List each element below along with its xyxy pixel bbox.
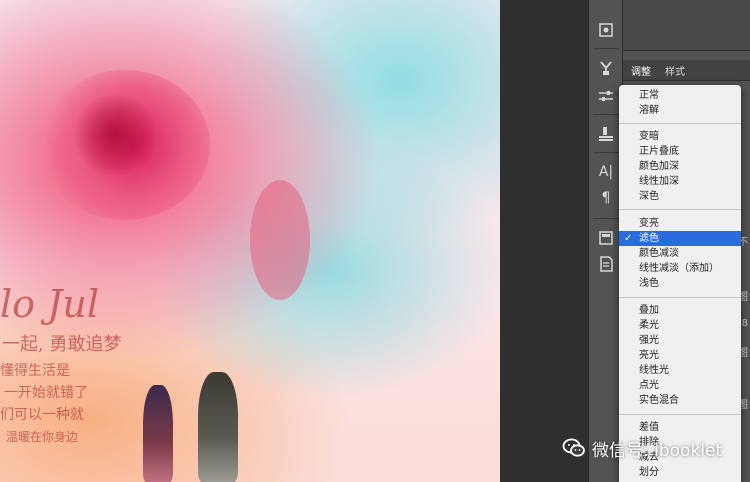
panel-tab-bar: 调整 样式 (623, 60, 750, 81)
brush-presets-icon[interactable] (595, 58, 617, 78)
menu-item-dissolve[interactable]: 溶解 (619, 103, 741, 118)
menu-item-color-burn[interactable]: 颜色加深 (619, 159, 741, 174)
watermark-text: 微信号: ibooklet (592, 440, 723, 461)
rose-center (70, 95, 160, 175)
panel-edge-label: 8 (741, 318, 748, 329)
character-icon[interactable]: A| (595, 162, 617, 182)
menu-item-darken[interactable]: 变暗 (619, 129, 741, 144)
checkmark-icon: ✓ (624, 233, 633, 244)
menu-item-multiply[interactable]: 正片叠底 (619, 144, 741, 159)
tool-separator (593, 48, 619, 49)
tab-styles[interactable]: 样式 (665, 63, 685, 78)
menu-item-divide[interactable]: 划分 (619, 465, 741, 480)
adjust-sliders-icon[interactable] (595, 86, 617, 106)
menu-item-lighten[interactable]: 变亮 (619, 216, 741, 231)
info-icon[interactable] (595, 254, 617, 274)
paragraph-icon[interactable]: ¶ (595, 188, 617, 208)
wechat-icon (562, 438, 585, 457)
menu-item-darker-color[interactable]: 深色 (619, 189, 741, 204)
menu-item-color-dodge[interactable]: 颜色减淡 (619, 246, 741, 261)
menu-item-hard-mix[interactable]: 实色混合 (619, 393, 741, 408)
menu-separator (619, 414, 741, 415)
tool-separator (593, 114, 619, 115)
girl-figure (143, 385, 173, 482)
menu-separator (619, 123, 741, 124)
blend-mode-dropdown[interactable]: 正常 溶解 变暗 正片叠底 颜色加深 线性加深 深色 变亮 ✓ 滤色 颜色减淡 … (619, 85, 741, 482)
menu-separator (619, 209, 741, 210)
history-icon[interactable] (595, 20, 617, 40)
menu-item-normal[interactable]: 正常 (619, 88, 741, 103)
menu-item-soft-light[interactable]: 柔光 (619, 318, 741, 333)
panel-header (623, 0, 750, 51)
menu-item-linear-dodge[interactable]: 线性减淡（添加） (619, 261, 741, 276)
boy-figure (198, 372, 238, 482)
clone-source-icon[interactable] (595, 124, 617, 144)
menu-item-difference[interactable]: 差值 (619, 420, 741, 435)
menu-item-linear-light[interactable]: 线性光 (619, 363, 741, 378)
canvas-text-line: 们可以一种就 (0, 407, 84, 423)
workspace-background (500, 0, 588, 482)
canvas-text-line: 温暖在你身边 (6, 430, 79, 444)
watermark: 微信号: ibooklet (562, 436, 723, 461)
tool-separator (593, 218, 619, 219)
canvas-text-line: lo Jul (0, 282, 99, 326)
document-canvas[interactable]: lo Jul 一起, 勇敢追梦 懂得生活是 一开始就错了 们可以一种就 温暖在你… (0, 0, 500, 482)
menu-item-overlay[interactable]: 叠加 (619, 303, 741, 318)
menu-item-label: 滤色 (639, 233, 659, 244)
panel-icon-strip: A| ¶ (588, 0, 623, 482)
menu-item-hard-light[interactable]: 强光 (619, 333, 741, 348)
menu-item-vivid-light[interactable]: 亮光 (619, 348, 741, 363)
canvas-text-line: 懂得生活是 (0, 363, 70, 379)
canvas-text-line: 一开始就错了 (4, 385, 88, 401)
menu-item-linear-burn[interactable]: 线性加深 (619, 174, 741, 189)
notes-icon[interactable] (595, 228, 617, 248)
tool-separator (593, 152, 619, 153)
tab-adjustments[interactable]: 调整 (631, 63, 651, 78)
rose-petal (250, 180, 310, 300)
menu-item-pin-light[interactable]: 点光 (619, 378, 741, 393)
canvas-text-line: 一起, 勇敢追梦 (2, 334, 122, 355)
menu-item-lighter-color[interactable]: 浅色 (619, 276, 741, 291)
menu-separator (619, 297, 741, 298)
menu-item-screen[interactable]: ✓ 滤色 (619, 231, 741, 246)
